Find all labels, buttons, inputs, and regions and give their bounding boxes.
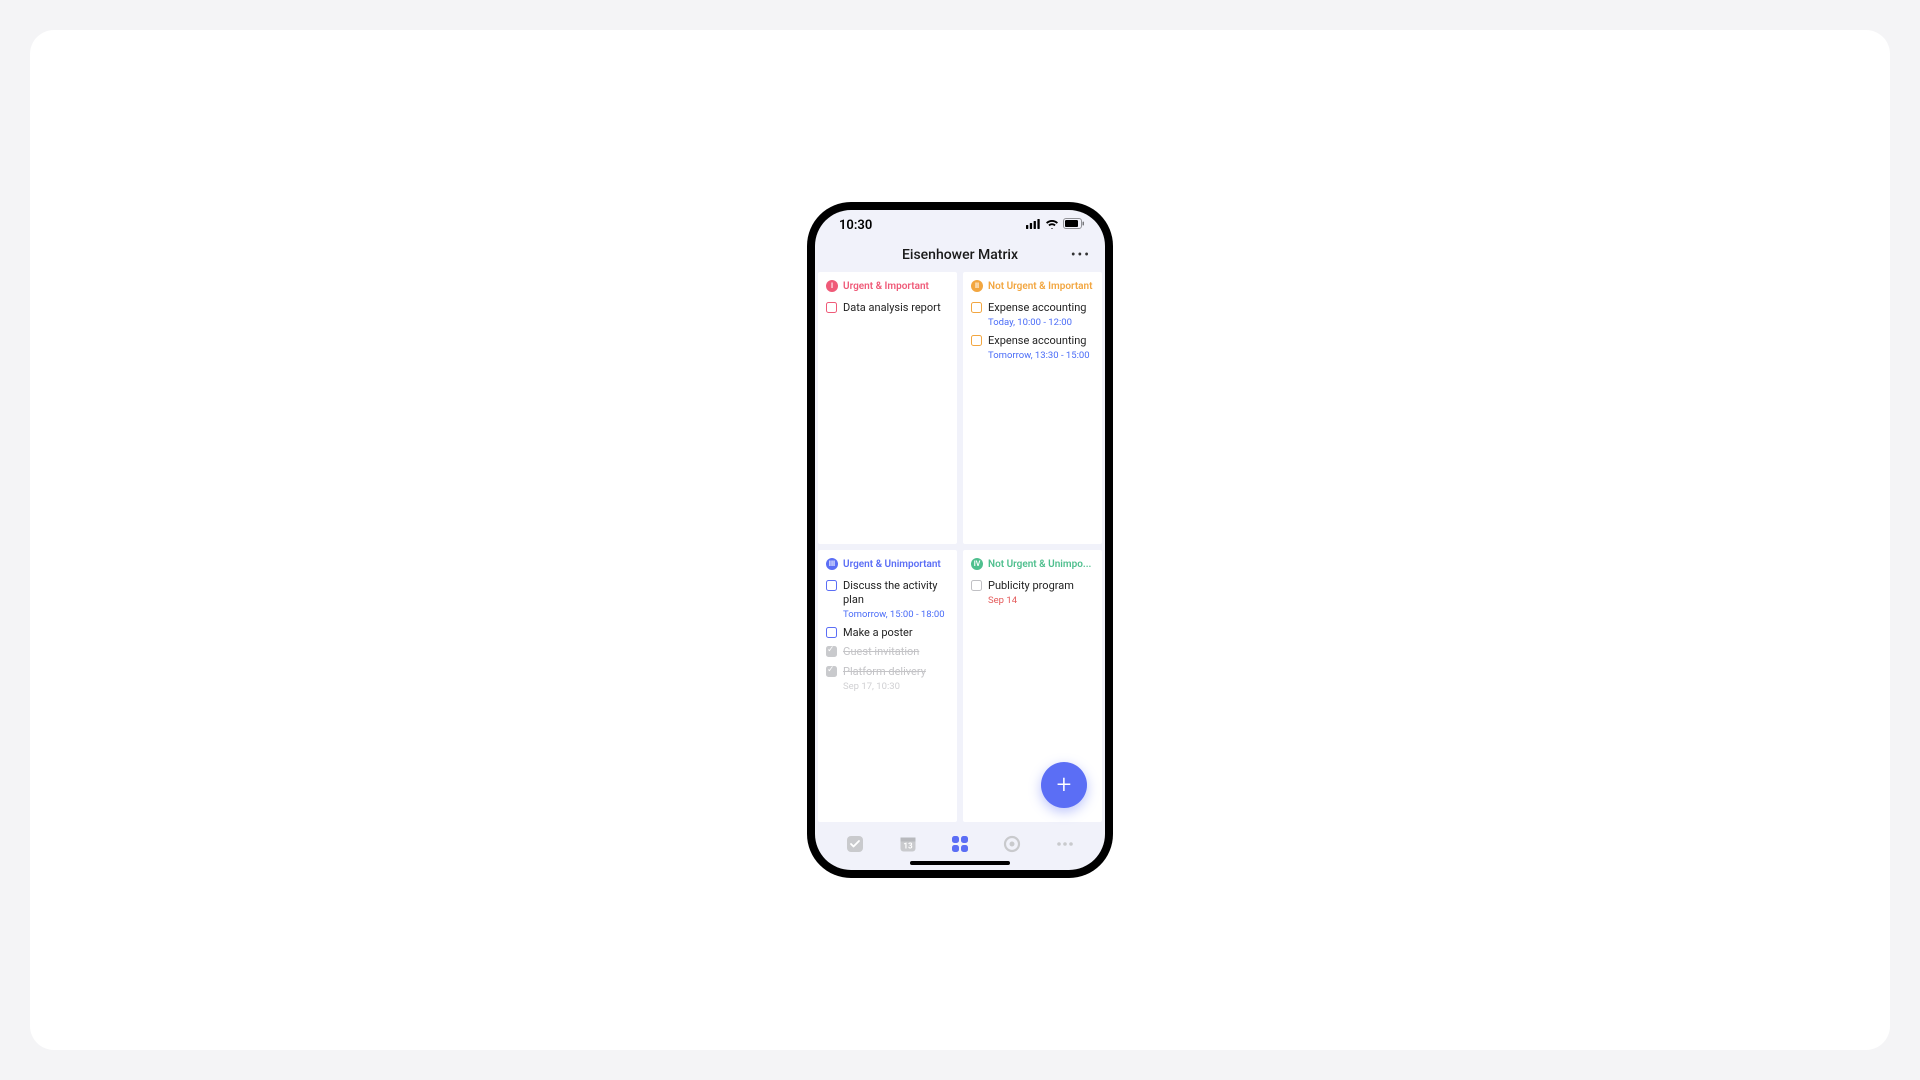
task-body: Publicity program Sep 14 <box>988 579 1094 606</box>
quadrant-header: IV Not Urgent & Unimpo... <box>971 558 1094 570</box>
task-meta: Tomorrow, 15:00 - 18:00 <box>843 609 949 620</box>
quadrant-header: I Urgent & Important <box>826 280 949 292</box>
quadrant-1[interactable]: I Urgent & Important Data analysis report <box>818 272 957 544</box>
task-checkbox[interactable] <box>971 302 982 313</box>
quadrant-badge-icon: III <box>826 558 838 570</box>
task-title: Data analysis report <box>843 301 949 315</box>
quadrant-badge-icon: II <box>971 280 983 292</box>
task-meta: Today, 10:00 - 12:00 <box>988 317 1094 328</box>
home-indicator <box>910 861 1010 865</box>
task-item[interactable]: Expense accounting Today, 10:00 - 12:00 <box>971 298 1094 331</box>
task-item[interactable]: Discuss the activity plan Tomorrow, 15:00… <box>826 576 949 623</box>
task-checkbox[interactable] <box>971 335 982 346</box>
task-item[interactable]: Platform delivery Sep 17, 10:30 <box>826 662 949 695</box>
task-title: Make a poster <box>843 626 949 640</box>
quadrant-header: III Urgent & Unimportant <box>826 558 949 570</box>
tab-more[interactable] <box>1055 834 1075 854</box>
task-title: Expense accounting <box>988 334 1094 348</box>
cellular-icon <box>1026 218 1041 233</box>
quadrant-3[interactable]: III Urgent & Unimportant Discuss the activ… <box>818 550 957 822</box>
task-checkbox[interactable] <box>826 666 837 677</box>
task-checkbox[interactable] <box>826 580 837 591</box>
quadrant-label: Not Urgent & Important <box>988 281 1093 292</box>
add-task-fab[interactable]: + <box>1041 762 1087 808</box>
eisenhower-matrix-grid: IUrgent & ImportantData analysis reportI… <box>815 272 1105 822</box>
task-checkbox[interactable] <box>826 302 837 313</box>
task-item[interactable]: Data analysis report <box>826 298 949 318</box>
quadrant-label: Urgent & Important <box>843 281 929 292</box>
wifi-icon <box>1045 218 1059 233</box>
task-body: Discuss the activity plan Tomorrow, 15:00… <box>843 579 949 620</box>
battery-icon <box>1063 218 1085 233</box>
task-title: Platform delivery <box>843 665 949 679</box>
task-body: Platform delivery Sep 17, 10:30 <box>843 665 949 692</box>
plus-icon: + <box>1057 770 1072 800</box>
quadrant-label: Not Urgent & Unimpo... <box>988 559 1091 570</box>
quadrant-badge-icon: IV <box>971 558 983 570</box>
task-title: Publicity program <box>988 579 1094 593</box>
tab-tasks[interactable] <box>845 834 865 854</box>
status-bar: 10:30 <box>815 210 1105 238</box>
tab-matrix[interactable] <box>950 834 970 854</box>
task-checkbox[interactable] <box>971 580 982 591</box>
task-checkbox[interactable] <box>826 627 837 638</box>
task-meta: Sep 14 <box>988 595 1094 606</box>
task-checkbox[interactable] <box>826 646 837 657</box>
quadrant-header: II Not Urgent & Important <box>971 280 1094 292</box>
task-body: Make a poster <box>843 626 949 640</box>
svg-text:13: 13 <box>903 842 913 851</box>
phone-frame: 10:30 Eisenhower Matrix ••• IUrg <box>807 202 1113 878</box>
task-body: Expense accounting Today, 10:00 - 12:00 <box>988 301 1094 328</box>
tab-calendar[interactable]: 13 <box>898 834 918 854</box>
task-item[interactable]: Expense accounting Tomorrow, 13:30 - 15:0… <box>971 331 1094 364</box>
page-title: Eisenhower Matrix <box>902 247 1018 263</box>
task-meta: Sep 17, 10:30 <box>843 681 949 692</box>
quadrant-label: Urgent & Unimportant <box>843 559 941 570</box>
quadrant-badge-icon: I <box>826 280 838 292</box>
screen-header: Eisenhower Matrix ••• <box>815 238 1105 272</box>
tab-focus[interactable] <box>1002 834 1022 854</box>
more-options-button[interactable]: ••• <box>1071 247 1091 263</box>
task-title: Expense accounting <box>988 301 1094 315</box>
task-body: Guest invitation <box>843 645 949 659</box>
task-title: Guest invitation <box>843 645 949 659</box>
task-item[interactable]: Guest invitation <box>826 642 949 662</box>
task-body: Data analysis report <box>843 301 949 315</box>
phone-screen: 10:30 Eisenhower Matrix ••• IUrg <box>815 210 1105 870</box>
task-item[interactable]: Publicity program Sep 14 <box>971 576 1094 609</box>
task-body: Expense accounting Tomorrow, 13:30 - 15:0… <box>988 334 1094 361</box>
status-time: 10:30 <box>839 218 872 233</box>
task-meta: Tomorrow, 13:30 - 15:00 <box>988 350 1094 361</box>
quadrant-2[interactable]: II Not Urgent & Important Expense accounti… <box>963 272 1102 544</box>
task-title: Discuss the activity plan <box>843 579 949 607</box>
task-item[interactable]: Make a poster <box>826 623 949 643</box>
